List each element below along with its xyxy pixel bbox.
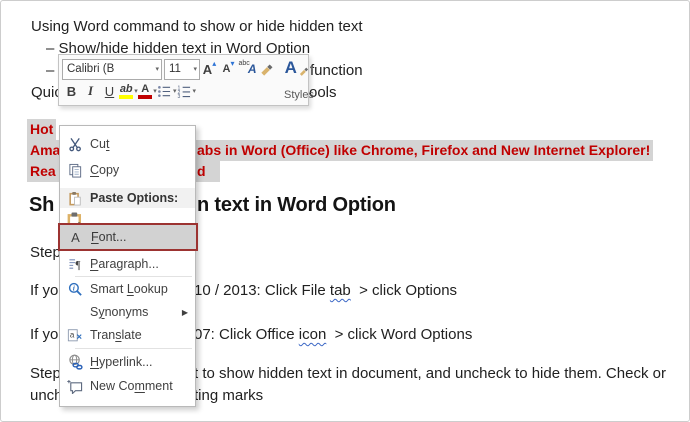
cut-icon bbox=[60, 137, 90, 152]
change-case-button[interactable]: abcA bbox=[238, 59, 257, 80]
menu-item-smart-lookup[interactable]: i Smart Lookup bbox=[60, 279, 195, 299]
translate-icon: a bbox=[60, 328, 90, 343]
underline-button[interactable]: U bbox=[100, 81, 119, 102]
format-painter-icon bbox=[259, 62, 274, 77]
bullets-button[interactable]: ▾ bbox=[157, 81, 177, 102]
font-color-button[interactable]: A ▾ bbox=[138, 81, 157, 102]
menu-item-new-comment[interactable]: New Comment bbox=[60, 376, 195, 396]
doc-hot-text: Hot bbox=[27, 119, 56, 140]
new-comment-icon bbox=[60, 379, 90, 394]
bullets-icon bbox=[157, 85, 172, 98]
doc-line-using-word-command: Using Word command to show or hide hidde… bbox=[31, 18, 363, 36]
doc-check-fragment-left: Step bbox=[30, 365, 61, 383]
paragraph-icon: ¶ bbox=[60, 257, 90, 271]
svg-text:¶: ¶ bbox=[75, 260, 80, 271]
doc-word2007-fragment-right: 07: Click Office icon > click Word Optio… bbox=[194, 326, 472, 344]
grow-font-arrow-icon: ▴ bbox=[212, 59, 216, 68]
font-name-combo[interactable]: Calibri (B ▾ bbox=[62, 59, 162, 80]
styles-button[interactable]: A ▾ Styles bbox=[282, 58, 316, 102]
doc-word2013-fragment-left: If yo bbox=[30, 282, 58, 300]
doc-step1-fragment: Step bbox=[30, 244, 61, 262]
numbering-button[interactable]: 123 ▾ bbox=[177, 81, 197, 102]
submenu-arrow-icon: ▶ bbox=[182, 308, 188, 317]
text-highlight-button[interactable]: ab ▾ bbox=[119, 81, 138, 102]
chevron-down-icon[interactable]: ▾ bbox=[190, 65, 197, 73]
menu-item-translate[interactable]: a Translate bbox=[60, 325, 195, 345]
chevron-down-icon[interactable]: ▾ bbox=[152, 65, 159, 73]
doc-line3-dash: – bbox=[46, 62, 54, 80]
grammar-squiggle-icon: icon bbox=[299, 326, 327, 343]
styles-brush-icon bbox=[298, 65, 310, 77]
chevron-down-icon[interactable]: ▾ bbox=[193, 87, 197, 95]
mini-toolbar: Calibri (B ▾ 11 ▾ A▴ A▾ abcA B I bbox=[58, 54, 309, 106]
styles-icon: A bbox=[285, 59, 297, 77]
doc-uncheck-fragment-left: unch bbox=[30, 387, 63, 405]
menu-item-cut[interactable]: Cut bbox=[60, 134, 195, 154]
menu-item-copy[interactable]: Copy bbox=[60, 160, 195, 180]
doc-read-fragment-right: d bbox=[194, 161, 220, 182]
menu-item-hyperlink[interactable]: Hyperlink... bbox=[60, 352, 195, 372]
numbering-icon: 123 bbox=[177, 85, 192, 98]
menu-item-synonyms[interactable]: Synonyms ▶ bbox=[60, 302, 195, 322]
smart-lookup-icon: i bbox=[60, 282, 90, 297]
doc-check-fragment-right: t to show hidden text in document, and u… bbox=[194, 365, 666, 383]
format-painter-button[interactable] bbox=[257, 59, 276, 80]
chevron-down-icon[interactable]: ▾ bbox=[310, 64, 314, 72]
font-size-combo[interactable]: 11 ▾ bbox=[164, 59, 200, 80]
context-menu: Cut Copy Paste Options: A A Font... ¶ bbox=[59, 125, 196, 407]
word-document-canvas: Using Word command to show or hide hidde… bbox=[0, 0, 690, 422]
shrink-font-button[interactable]: A▾ bbox=[219, 59, 238, 80]
doc-amazing-fragment-right: abs in Word (Office) like Chrome, Firefo… bbox=[194, 140, 653, 161]
doc-amazing-fragment-left: Ama bbox=[27, 140, 63, 161]
doc-uncheck-fragment-right: ting marks bbox=[194, 387, 263, 405]
grow-font-button[interactable]: A▴ bbox=[200, 59, 219, 80]
doc-line3-fragment: function bbox=[310, 62, 363, 80]
doc-heading-fragment-right: n text in Word Option bbox=[197, 193, 396, 217]
menu-paste-options-header: Paste Options: bbox=[60, 188, 195, 208]
menu-item-paragraph[interactable]: ¶ Paragraph... bbox=[60, 254, 195, 274]
menu-separator bbox=[75, 276, 192, 277]
highlight-icon: ab bbox=[119, 84, 133, 99]
menu-item-font[interactable]: A Font... bbox=[58, 223, 198, 251]
font-icon: A bbox=[60, 230, 91, 245]
shrink-font-arrow-icon: ▾ bbox=[230, 59, 234, 68]
doc-word2013-fragment-right: 10 / 2013: Click File tab > click Option… bbox=[194, 282, 457, 300]
bold-button[interactable]: B bbox=[62, 81, 81, 102]
copy-icon bbox=[60, 163, 90, 178]
font-color-icon: A bbox=[138, 84, 152, 99]
menu-separator bbox=[75, 348, 192, 349]
svg-text:3: 3 bbox=[177, 94, 180, 98]
doc-read-fragment-left: Rea bbox=[27, 161, 59, 182]
doc-word2007-fragment-left: If yo bbox=[30, 326, 58, 344]
doc-heading-fragment-left: Sh bbox=[29, 193, 54, 217]
svg-text:a: a bbox=[70, 330, 75, 339]
grammar-squiggle-tab: tab bbox=[330, 282, 351, 299]
paste-icon bbox=[60, 191, 90, 206]
hyperlink-icon bbox=[60, 354, 90, 370]
italic-button[interactable]: I bbox=[81, 81, 100, 102]
